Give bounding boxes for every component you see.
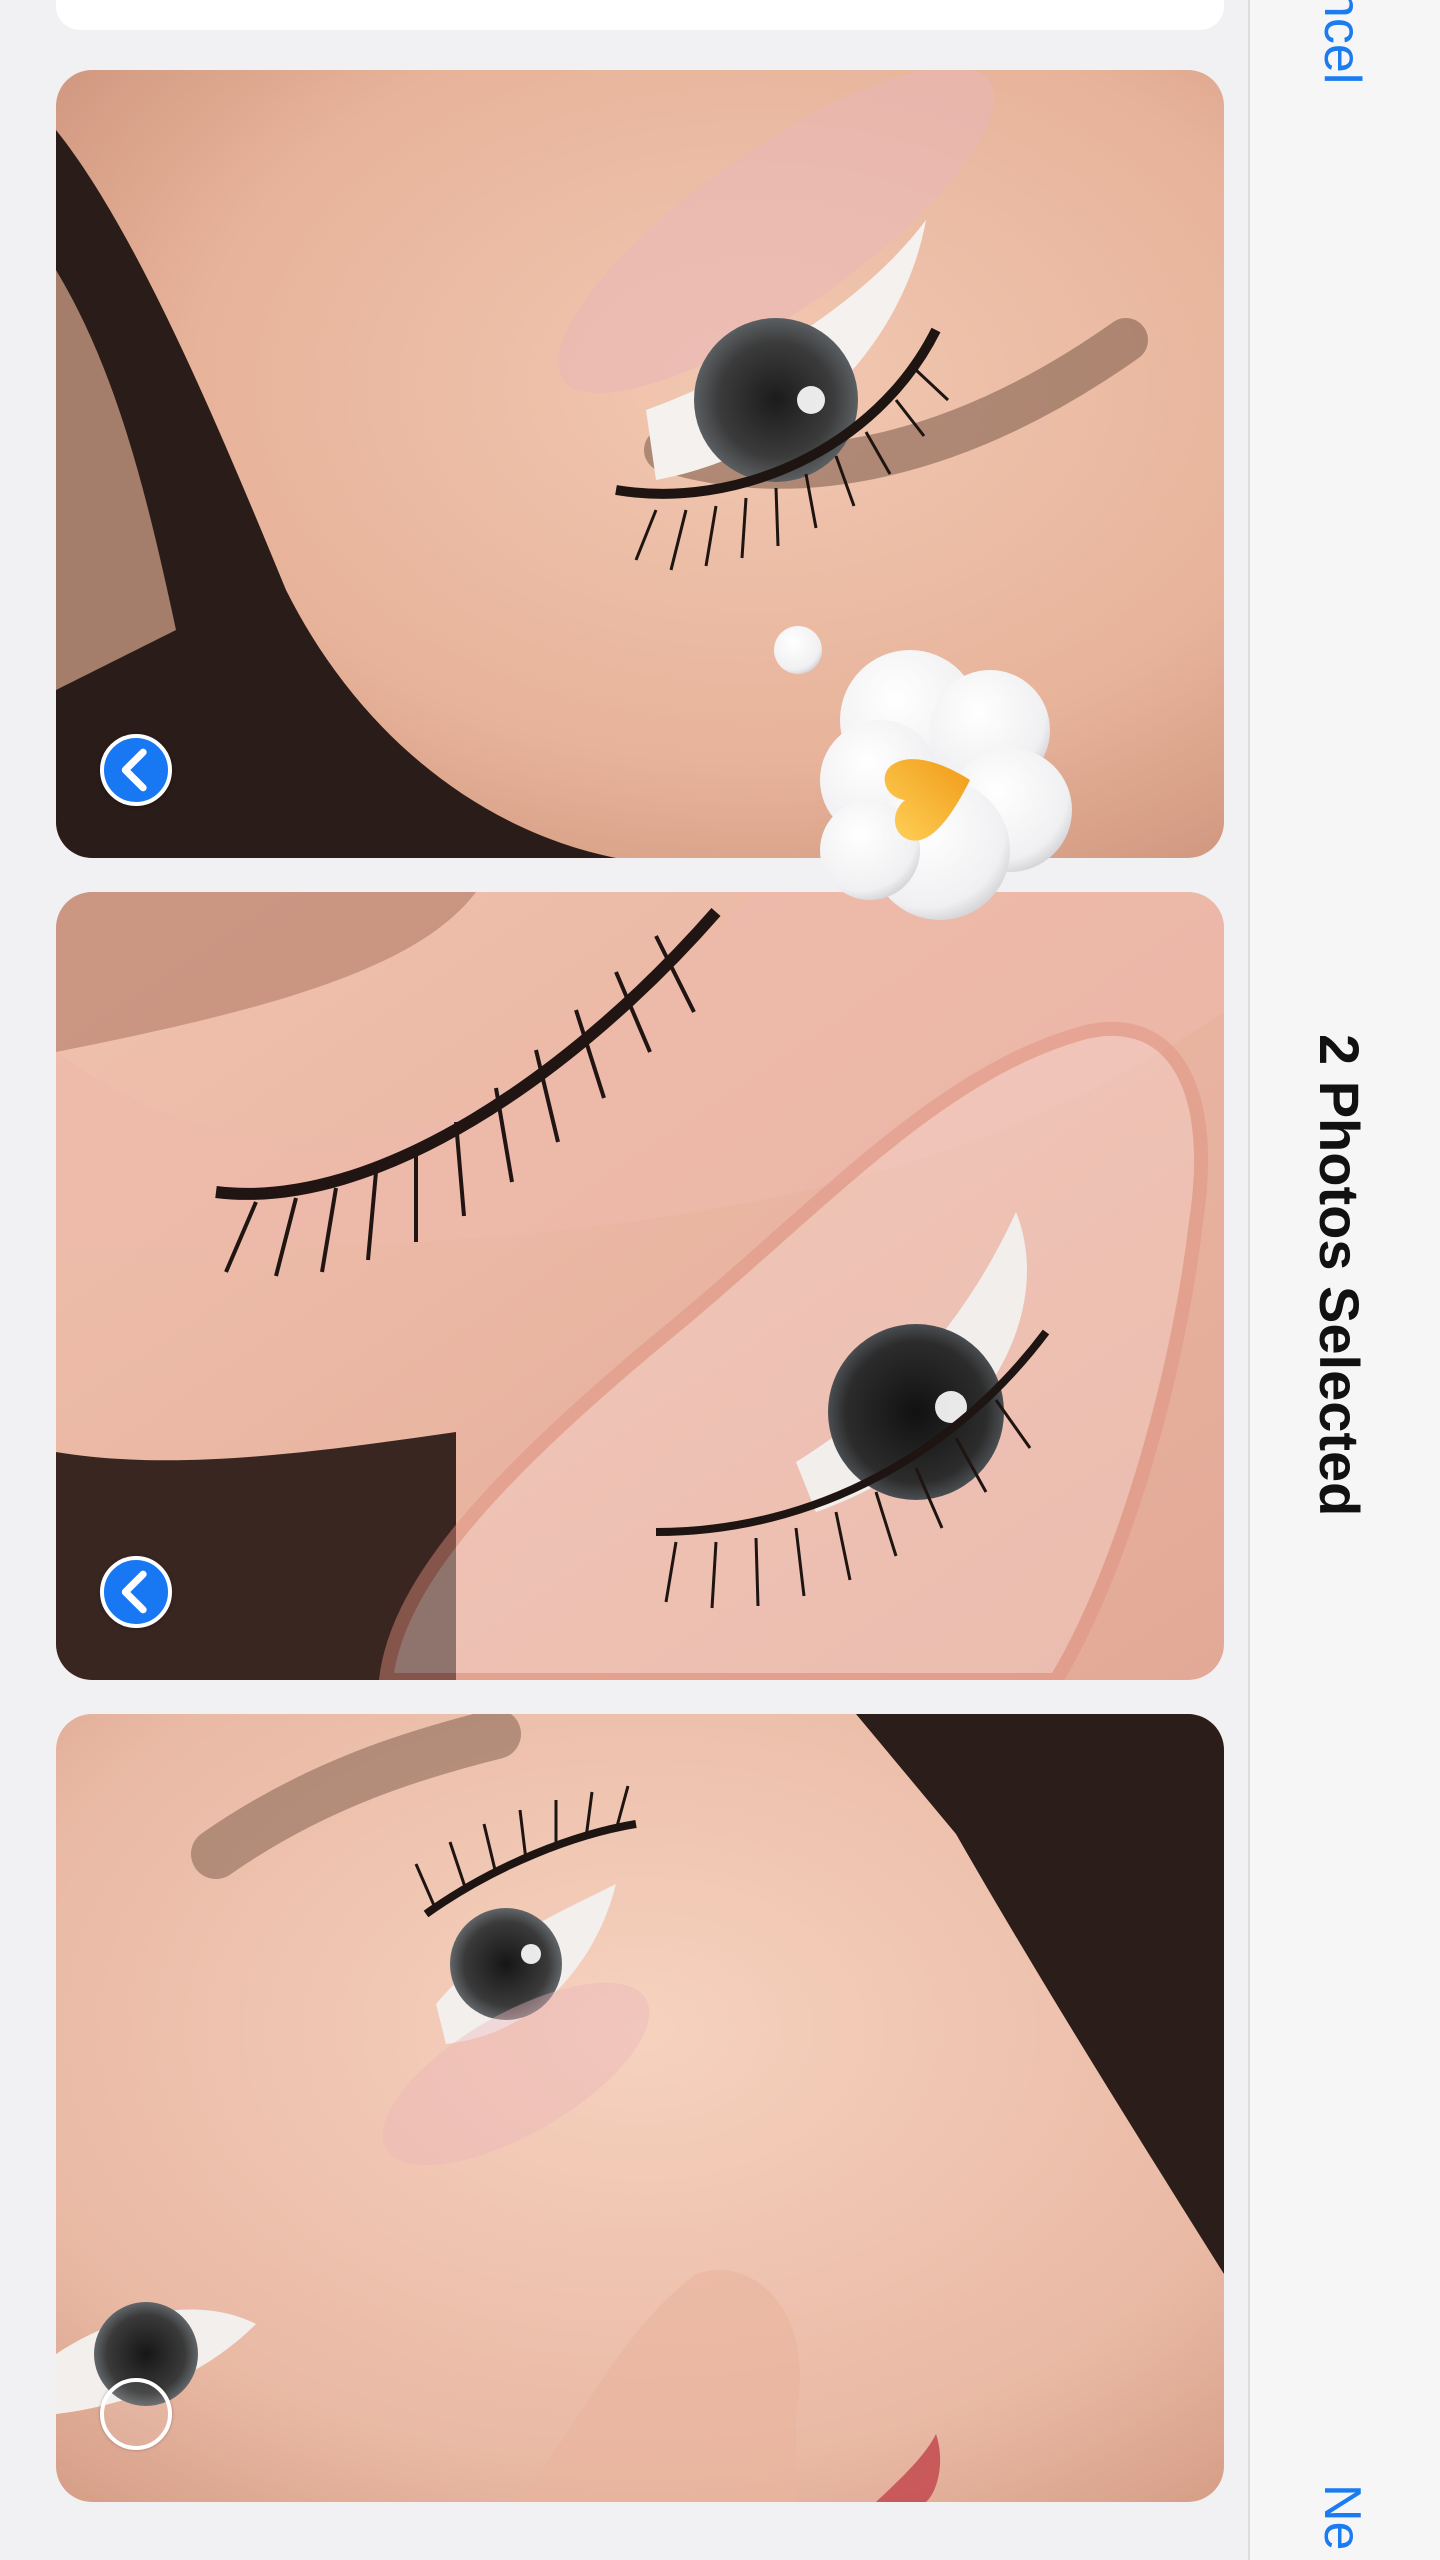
heart-thought-bubble-icon (774, 626, 1072, 920)
photo-item-3[interactable] (56, 1714, 1224, 2502)
photo-2-image (56, 892, 1224, 1680)
next-button[interactable]: Ne (1312, 2484, 1372, 2550)
selected-check-badge[interactable] (100, 734, 172, 806)
checkmark-icon (121, 748, 147, 792)
selected-check-badge[interactable] (100, 1556, 172, 1628)
cancel-button[interactable]: ancel (1312, 0, 1372, 84)
checkmark-icon (121, 1570, 147, 1614)
page-title: 2 Photos Selected (1308, 1034, 1371, 1517)
select-circle-empty[interactable] (100, 2378, 172, 2450)
photo-3-image (56, 1714, 1224, 2502)
previous-photo-card-edge (56, 0, 1224, 30)
photo-item-2[interactable] (56, 892, 1224, 1680)
